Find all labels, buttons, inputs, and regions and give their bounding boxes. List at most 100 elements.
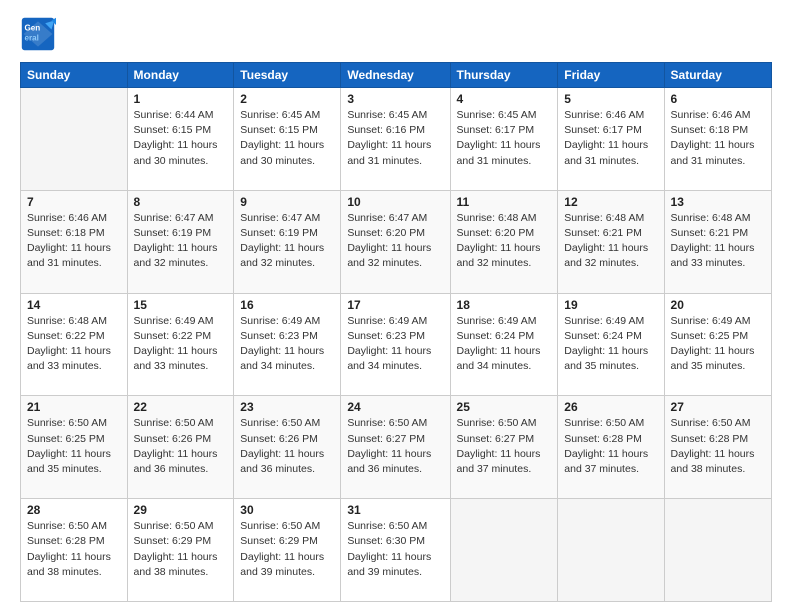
calendar-cell: 23 Sunrise: 6:50 AMSunset: 6:26 PMDayligh… <box>234 396 341 499</box>
day-number: 10 <box>347 195 443 209</box>
day-detail: Sunrise: 6:46 AMSunset: 6:18 PMDaylight:… <box>671 108 765 169</box>
calendar-cell: 10Sunrise: 6:47 AMSunset: 6:20 PMDayligh… <box>341 190 450 293</box>
day-detail: Sunrise: 6:47 AMSunset: 6:19 PMDaylight:… <box>134 211 228 272</box>
calendar-cell: 21 Sunrise: 6:50 AMSunset: 6:25 PMDayligh… <box>21 396 128 499</box>
weekday-saturday: Saturday <box>664 63 771 88</box>
page: Gen eral SundayMondayTuesdayWednesdayThu… <box>0 0 792 612</box>
calendar-table: SundayMondayTuesdayWednesdayThursdayFrid… <box>20 62 772 602</box>
day-detail: Sunrise: 6:48 AMSunset: 6:21 PMDaylight:… <box>564 211 657 272</box>
calendar-cell: 29 Sunrise: 6:50 AMSunset: 6:29 PMDayligh… <box>127 499 234 602</box>
day-detail: Sunrise: 6:50 AMSunset: 6:27 PMDaylight:… <box>347 416 443 477</box>
weekday-sunday: Sunday <box>21 63 128 88</box>
svg-text:Gen: Gen <box>25 23 41 32</box>
day-number: 31 <box>347 503 443 517</box>
calendar-cell: 12 Sunrise: 6:48 AMSunset: 6:21 PMDayligh… <box>558 190 664 293</box>
calendar-cell: 28 Sunrise: 6:50 AMSunset: 6:28 PMDayligh… <box>21 499 128 602</box>
calendar-cell: 24 Sunrise: 6:50 AMSunset: 6:27 PMDayligh… <box>341 396 450 499</box>
calendar-cell: 11 Sunrise: 6:48 AMSunset: 6:20 PMDayligh… <box>450 190 558 293</box>
week-row-1: 7 Sunrise: 6:46 AMSunset: 6:18 PMDaylight… <box>21 190 772 293</box>
day-detail: Sunrise: 6:46 AMSunset: 6:17 PMDaylight:… <box>564 108 657 169</box>
week-row-4: 28 Sunrise: 6:50 AMSunset: 6:28 PMDayligh… <box>21 499 772 602</box>
calendar-cell: 17 Sunrise: 6:49 AMSunset: 6:23 PMDayligh… <box>341 293 450 396</box>
day-detail: Sunrise: 6:48 AMSunset: 6:21 PMDaylight:… <box>671 211 765 272</box>
weekday-friday: Friday <box>558 63 664 88</box>
day-number: 4 <box>457 92 552 106</box>
day-number: 21 <box>27 400 121 414</box>
week-row-3: 21 Sunrise: 6:50 AMSunset: 6:25 PMDayligh… <box>21 396 772 499</box>
day-number: 26 <box>564 400 657 414</box>
header: Gen eral <box>20 16 772 52</box>
day-number: 20 <box>671 298 765 312</box>
calendar-cell: 22 Sunrise: 6:50 AMSunset: 6:26 PMDayligh… <box>127 396 234 499</box>
day-number: 23 <box>240 400 334 414</box>
calendar-cell <box>450 499 558 602</box>
calendar-cell: 7 Sunrise: 6:46 AMSunset: 6:18 PMDaylight… <box>21 190 128 293</box>
calendar-cell <box>558 499 664 602</box>
day-detail: Sunrise: 6:46 AMSunset: 6:18 PMDaylight:… <box>27 211 121 272</box>
day-number: 14 <box>27 298 121 312</box>
day-number: 28 <box>27 503 121 517</box>
calendar-cell <box>21 88 128 191</box>
day-number: 12 <box>564 195 657 209</box>
day-number: 27 <box>671 400 765 414</box>
day-number: 9 <box>240 195 334 209</box>
day-detail: Sunrise: 6:49 AMSunset: 6:22 PMDaylight:… <box>134 314 228 375</box>
day-number: 8 <box>134 195 228 209</box>
day-detail: Sunrise: 6:50 AMSunset: 6:26 PMDaylight:… <box>240 416 334 477</box>
day-detail: Sunrise: 6:48 AMSunset: 6:22 PMDaylight:… <box>27 314 121 375</box>
day-number: 6 <box>671 92 765 106</box>
calendar-cell: 9 Sunrise: 6:47 AMSunset: 6:19 PMDaylight… <box>234 190 341 293</box>
day-detail: Sunrise: 6:50 AMSunset: 6:29 PMDaylight:… <box>134 519 228 580</box>
week-row-0: 1Sunrise: 6:44 AMSunset: 6:15 PMDaylight… <box>21 88 772 191</box>
calendar-cell: 8 Sunrise: 6:47 AMSunset: 6:19 PMDaylight… <box>127 190 234 293</box>
day-detail: Sunrise: 6:45 AMSunset: 6:16 PMDaylight:… <box>347 108 443 169</box>
calendar-cell: 1Sunrise: 6:44 AMSunset: 6:15 PMDaylight… <box>127 88 234 191</box>
day-number: 22 <box>134 400 228 414</box>
day-number: 3 <box>347 92 443 106</box>
day-detail: Sunrise: 6:49 AMSunset: 6:23 PMDaylight:… <box>347 314 443 375</box>
calendar-cell: 30Sunrise: 6:50 AMSunset: 6:29 PMDayligh… <box>234 499 341 602</box>
day-detail: Sunrise: 6:45 AMSunset: 6:15 PMDaylight:… <box>240 108 334 169</box>
day-number: 16 <box>240 298 334 312</box>
weekday-monday: Monday <box>127 63 234 88</box>
day-detail: Sunrise: 6:50 AMSunset: 6:27 PMDaylight:… <box>457 416 552 477</box>
day-number: 13 <box>671 195 765 209</box>
day-detail: Sunrise: 6:49 AMSunset: 6:23 PMDaylight:… <box>240 314 334 375</box>
svg-text:eral: eral <box>25 33 39 42</box>
day-detail: Sunrise: 6:49 AMSunset: 6:25 PMDaylight:… <box>671 314 765 375</box>
week-row-2: 14 Sunrise: 6:48 AMSunset: 6:22 PMDayligh… <box>21 293 772 396</box>
calendar-cell: 13 Sunrise: 6:48 AMSunset: 6:21 PMDayligh… <box>664 190 771 293</box>
day-detail: Sunrise: 6:50 AMSunset: 6:28 PMDaylight:… <box>671 416 765 477</box>
day-detail: Sunrise: 6:50 AMSunset: 6:26 PMDaylight:… <box>134 416 228 477</box>
calendar-cell <box>664 499 771 602</box>
calendar-cell: 26Sunrise: 6:50 AMSunset: 6:28 PMDayligh… <box>558 396 664 499</box>
day-detail: Sunrise: 6:49 AMSunset: 6:24 PMDaylight:… <box>564 314 657 375</box>
day-number: 11 <box>457 195 552 209</box>
logo-icon: Gen eral <box>20 16 56 52</box>
day-number: 17 <box>347 298 443 312</box>
calendar-cell: 20 Sunrise: 6:49 AMSunset: 6:25 PMDayligh… <box>664 293 771 396</box>
weekday-wednesday: Wednesday <box>341 63 450 88</box>
logo: Gen eral <box>20 16 60 52</box>
calendar-cell: 4Sunrise: 6:45 AMSunset: 6:17 PMDaylight… <box>450 88 558 191</box>
day-number: 18 <box>457 298 552 312</box>
calendar-cell: 27 Sunrise: 6:50 AMSunset: 6:28 PMDayligh… <box>664 396 771 499</box>
day-number: 15 <box>134 298 228 312</box>
day-detail: Sunrise: 6:50 AMSunset: 6:25 PMDaylight:… <box>27 416 121 477</box>
day-detail: Sunrise: 6:50 AMSunset: 6:28 PMDaylight:… <box>27 519 121 580</box>
calendar-cell: 3 Sunrise: 6:45 AMSunset: 6:16 PMDaylight… <box>341 88 450 191</box>
calendar-cell: 25Sunrise: 6:50 AMSunset: 6:27 PMDayligh… <box>450 396 558 499</box>
day-number: 1 <box>134 92 228 106</box>
calendar-cell: 6 Sunrise: 6:46 AMSunset: 6:18 PMDaylight… <box>664 88 771 191</box>
day-number: 29 <box>134 503 228 517</box>
calendar-cell: 18 Sunrise: 6:49 AMSunset: 6:24 PMDayligh… <box>450 293 558 396</box>
calendar-cell: 15 Sunrise: 6:49 AMSunset: 6:22 PMDayligh… <box>127 293 234 396</box>
day-detail: Sunrise: 6:47 AMSunset: 6:19 PMDaylight:… <box>240 211 334 272</box>
day-detail: Sunrise: 6:48 AMSunset: 6:20 PMDaylight:… <box>457 211 552 272</box>
calendar-body: 1Sunrise: 6:44 AMSunset: 6:15 PMDaylight… <box>21 88 772 602</box>
calendar-cell: 16 Sunrise: 6:49 AMSunset: 6:23 PMDayligh… <box>234 293 341 396</box>
day-detail: Sunrise: 6:49 AMSunset: 6:24 PMDaylight:… <box>457 314 552 375</box>
calendar-cell: 5Sunrise: 6:46 AMSunset: 6:17 PMDaylight… <box>558 88 664 191</box>
day-number: 7 <box>27 195 121 209</box>
day-number: 24 <box>347 400 443 414</box>
